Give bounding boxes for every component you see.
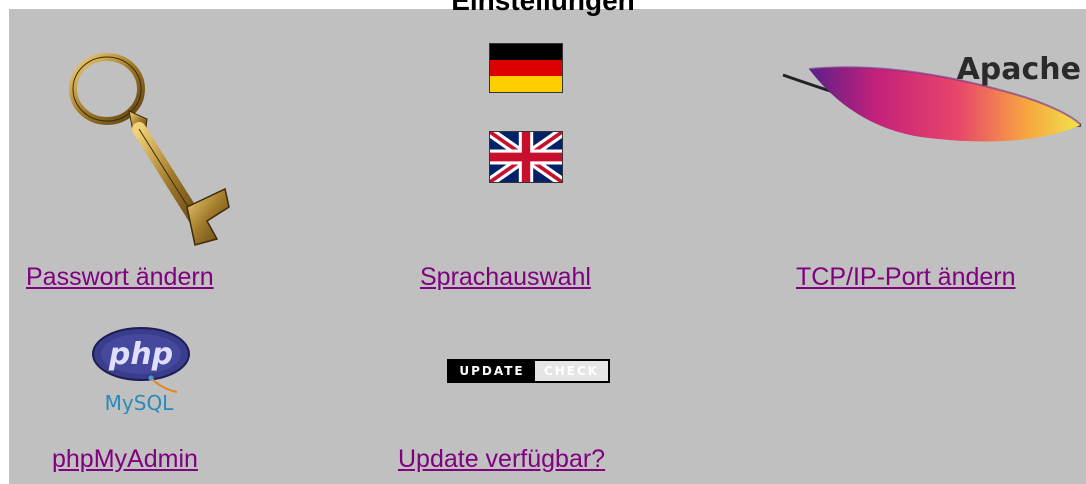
change-tcpip-port-link[interactable]: TCP/IP-Port ändern [796,262,1016,292]
update-check-icon[interactable]: UPDATE CHECK [447,359,610,383]
apache-feather-icon[interactable]: Apache [781,45,1086,155]
language-selection-link[interactable]: Sprachauswahl [420,262,591,292]
phpmyadmin-link[interactable]: phpMyAdmin [52,444,198,474]
uk-flag-icon[interactable] [489,131,563,183]
settings-panel: Apache Passwort ändern Sprachauswahl TCP… [9,9,1086,484]
settings-page: Einstellungen Apache Passwort ändern Spr… [0,0,1086,484]
flag-icons [489,43,563,183]
mysql-text: MySQL [105,391,175,414]
german-flag-icon[interactable] [489,43,563,93]
update-available-link[interactable]: Update verfügbar? [398,444,605,474]
apache-text: Apache [957,52,1081,87]
php-text: php [108,337,173,372]
php-mysql-icon[interactable]: php MySQL [89,324,199,415]
page-title: Einstellungen [451,0,635,16]
update-text: UPDATE [449,361,535,381]
check-text: CHECK [535,361,608,381]
change-password-link[interactable]: Passwort ändern [26,262,214,292]
key-icon[interactable] [57,39,237,254]
